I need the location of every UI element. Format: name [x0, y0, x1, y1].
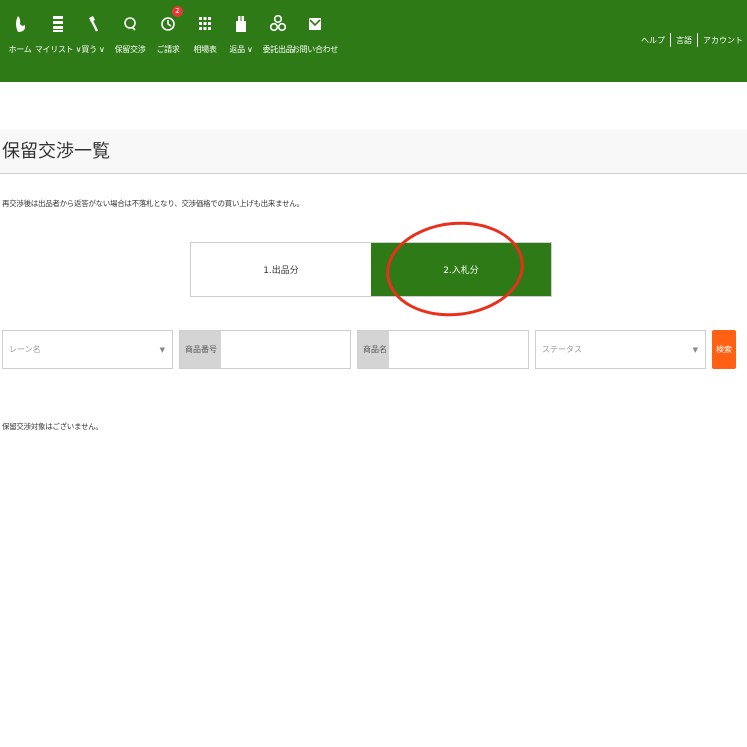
lane-select-placeholder: レーン名 — [9, 345, 41, 354]
nav-hold-negotiation[interactable]: 保留交渉 — [110, 0, 150, 82]
nav-mylist[interactable]: マイリスト ∨ — [35, 0, 81, 82]
return-icon — [231, 14, 251, 34]
product-name-input[interactable] — [389, 331, 528, 368]
top-nav-bar: ホーム マイリスト ∨ 買う ∨ 保留交渉 2 ご請求 相場表 返品 ∨ 委託出… — [0, 0, 747, 82]
product-number-field: 商品番号 — [179, 330, 351, 369]
main-nav: ホーム マイリスト ∨ 買う ∨ 保留交渉 2 ご請求 相場表 返品 ∨ 委託出… — [0, 0, 338, 82]
nav-home-label: ホーム — [8, 45, 32, 54]
link-divider — [670, 33, 671, 47]
link-divider — [697, 33, 698, 47]
language-link[interactable]: 言語 — [676, 35, 692, 46]
home-icon — [10, 14, 30, 34]
mail-icon — [305, 14, 325, 34]
nav-return-label: 返品 — [229, 45, 245, 54]
nav-market-label: 相場表 — [193, 45, 217, 54]
empty-message: 保留交渉対象はございません。 — [2, 422, 103, 431]
invoice-badge: 2 — [172, 6, 183, 17]
top-right-links: ヘルプ 言語 アカウント — [641, 33, 743, 47]
chevron-down-icon: ▼ — [159, 346, 165, 354]
nav-return[interactable]: 返品 ∨ — [224, 0, 258, 82]
nav-invoice[interactable]: 2 ご請求 — [150, 0, 186, 82]
nav-consignment[interactable]: 委託出品 — [258, 0, 298, 82]
title-band — [0, 129, 747, 174]
invoice-icon — [158, 14, 178, 34]
nav-invoice-label: ご請求 — [156, 45, 180, 54]
chat-icon — [120, 14, 140, 34]
consign-icon — [268, 14, 288, 34]
notice-text: 再交渉後は出品者から返答がない場合は不落札となり、交渉価格での買い上げも出来ませ… — [2, 199, 304, 208]
chevron-down-icon: ∨ — [247, 45, 253, 54]
status-select[interactable]: ステータス ▼ — [535, 330, 706, 369]
product-name-field: 商品名 — [357, 330, 529, 369]
search-button[interactable]: 検索 — [712, 330, 736, 369]
nav-mylist-label: マイリスト — [34, 45, 74, 54]
nav-consign-label: 委託出品 — [262, 45, 294, 54]
chevron-down-icon: ∨ — [99, 45, 105, 54]
help-link[interactable]: ヘルプ — [641, 35, 665, 46]
grid-icon — [195, 14, 215, 34]
nav-market-table[interactable]: 相場表 — [186, 0, 224, 82]
nav-hold-label: 保留交渉 — [114, 45, 146, 54]
tab-listed[interactable]: 1.出品分 — [191, 243, 371, 296]
gavel-icon — [83, 14, 103, 34]
nav-buy-label: 買う — [81, 45, 97, 54]
product-number-label: 商品番号 — [180, 331, 221, 368]
page-title: 保留交渉一覧 — [2, 141, 110, 162]
account-link[interactable]: アカウント — [703, 35, 743, 46]
nav-contact-label: お問い合わせ — [291, 45, 339, 54]
list-icon — [48, 14, 68, 34]
product-name-label: 商品名 — [358, 331, 389, 368]
status-select-placeholder: ステータス — [542, 345, 582, 354]
nav-buy[interactable]: 買う ∨ — [76, 0, 110, 82]
nav-home[interactable]: ホーム — [0, 0, 40, 82]
lane-select[interactable]: レーン名 ▼ — [2, 330, 173, 369]
chevron-down-icon: ▼ — [692, 346, 698, 354]
product-number-input[interactable] — [221, 331, 350, 368]
annotation-circle — [381, 215, 529, 323]
nav-contact[interactable]: お問い合わせ — [292, 0, 338, 82]
